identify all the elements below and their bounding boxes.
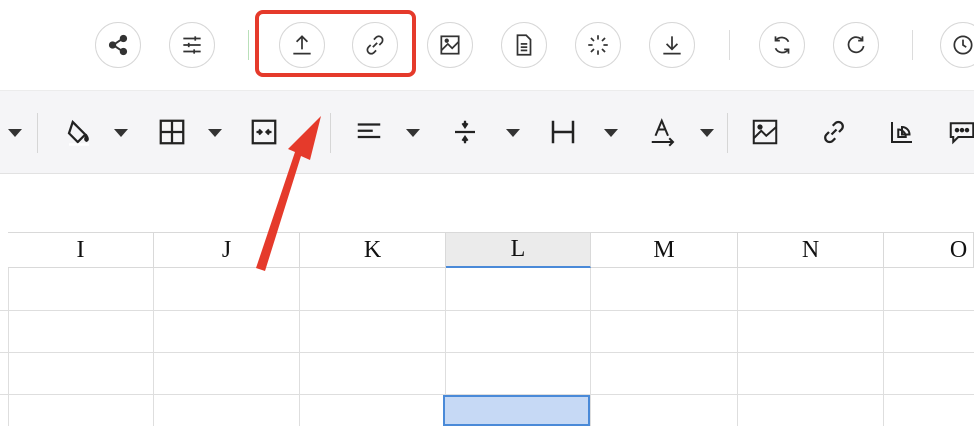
upload-link-highlight-box [255, 10, 416, 77]
redo-icon [847, 36, 865, 54]
text-direction-icon [651, 118, 675, 147]
refresh-icon [774, 36, 790, 54]
column-header-l[interactable]: L [446, 232, 591, 268]
column-width-button[interactable] [546, 115, 580, 149]
column-header-m[interactable]: M [591, 232, 738, 268]
redo-button[interactable] [833, 22, 879, 68]
selected-cell[interactable] [443, 395, 590, 426]
history-button[interactable] [940, 22, 974, 68]
dropdown-caret[interactable] [506, 129, 520, 137]
toolbar-divider [330, 113, 331, 153]
merge-cells-button[interactable] [247, 115, 281, 149]
column-gridline [883, 268, 884, 426]
column-header-i[interactable]: I [8, 232, 154, 268]
horizontal-align-button[interactable] [352, 115, 386, 149]
insert-chart-button[interactable] [885, 115, 919, 149]
toolbar-divider [729, 30, 730, 60]
comment-icon [949, 122, 974, 145]
insert-image-icon [752, 119, 778, 145]
toolbar-divider [912, 30, 913, 60]
document-icon [516, 34, 532, 56]
column-header-k[interactable]: K [300, 232, 446, 268]
top-toolbar [0, 0, 974, 90]
row-gridline [0, 352, 974, 353]
dropdown-caret[interactable] [604, 129, 618, 137]
download-icon [663, 36, 681, 55]
toolbar-divider [248, 30, 249, 60]
download-button[interactable] [649, 22, 695, 68]
share-button[interactable] [95, 22, 141, 68]
vertical-align-icon [455, 120, 475, 144]
settings-sliders-icon [183, 36, 201, 54]
settings-button[interactable] [169, 22, 215, 68]
column-gridline [590, 268, 591, 426]
borders-icon [159, 119, 185, 145]
document-button[interactable] [501, 22, 547, 68]
loading-button[interactable] [575, 22, 621, 68]
dropdown-caret[interactable] [208, 129, 222, 137]
dropdown-caret[interactable] [700, 129, 714, 137]
share-icon [108, 34, 128, 56]
dropdown-caret[interactable] [114, 129, 128, 137]
fill-color-button[interactable] [62, 115, 96, 149]
align-left-icon [357, 123, 381, 139]
toolbar-divider [37, 113, 38, 153]
dropdown-caret[interactable] [8, 129, 22, 137]
chart-icon [891, 122, 912, 143]
insert-image-button[interactable] [748, 115, 782, 149]
insert-comment-button[interactable] [945, 115, 974, 149]
paint-bucket-icon [67, 119, 89, 146]
toolbar-divider [727, 113, 728, 153]
refresh-button[interactable] [759, 22, 805, 68]
row-gridline [0, 310, 974, 311]
text-direction-button[interactable] [646, 115, 680, 149]
image-button[interactable] [427, 22, 473, 68]
formula-bar-area[interactable] [0, 174, 974, 232]
insert-link-icon [824, 120, 844, 144]
format-toolbar [0, 90, 974, 174]
column-gridline [737, 268, 738, 426]
vertical-align-button[interactable] [448, 115, 482, 149]
dropdown-caret[interactable] [406, 129, 420, 137]
column-header-o[interactable]: O [884, 232, 974, 268]
column-width-icon [551, 120, 575, 144]
image-icon [440, 35, 460, 55]
column-gridline [8, 268, 9, 426]
borders-button[interactable] [155, 115, 189, 149]
history-icon [953, 35, 973, 55]
merge-cells-icon [251, 119, 277, 145]
loading-icon [588, 35, 608, 55]
column-header-n[interactable]: N [738, 232, 884, 268]
insert-link-button[interactable] [817, 115, 851, 149]
column-gridline [299, 268, 300, 426]
column-header-j[interactable]: J [154, 232, 300, 268]
column-gridline [153, 268, 154, 426]
